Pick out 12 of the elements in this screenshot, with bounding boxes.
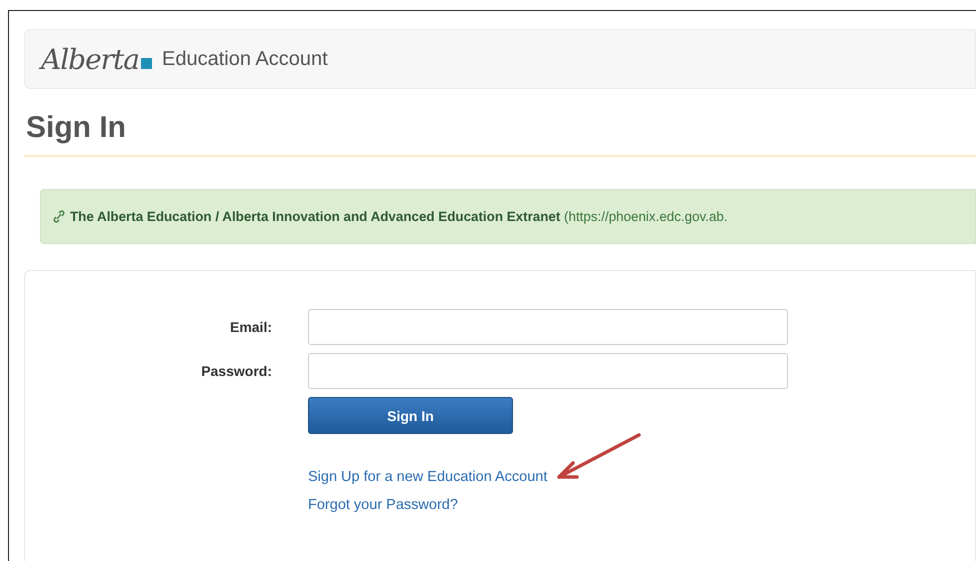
page-heading: Sign In xyxy=(24,89,976,157)
input-field[interactable] xyxy=(308,309,788,345)
link-icon xyxy=(53,210,65,223)
sign-in-button[interactable]: Sign In xyxy=(308,397,513,434)
text-link[interactable]: Forgot your Password? xyxy=(308,497,458,513)
input-field[interactable] xyxy=(308,353,788,389)
banner-text: The Alberta Education / Alberta Innovation and Advanced Education Extranet (https://phoenix.edc.gov.ab. xyxy=(70,209,728,224)
field-label: Password: xyxy=(200,363,272,379)
field-label: Email: xyxy=(228,319,272,335)
site-title: Education Account xyxy=(162,48,328,70)
text-link[interactable]: Sign Up for a new Education Account xyxy=(308,469,548,485)
logo: Alberta xyxy=(41,42,152,76)
